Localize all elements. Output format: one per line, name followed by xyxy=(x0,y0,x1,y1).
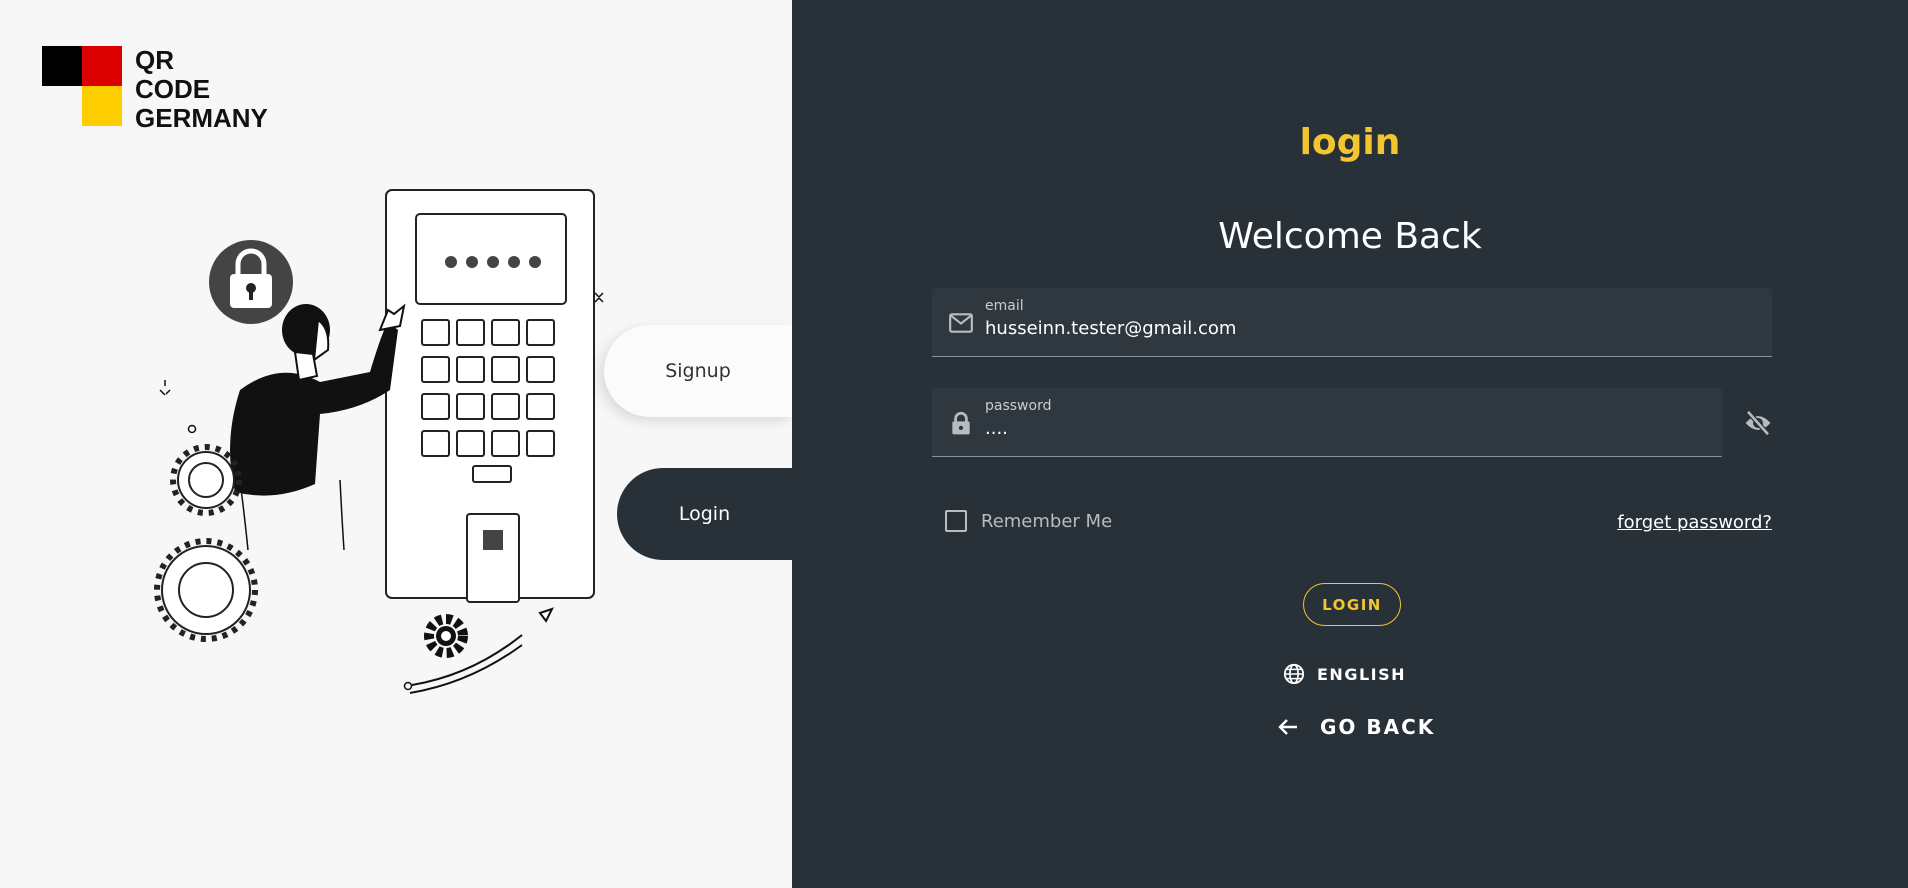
email-label: email xyxy=(985,298,1024,314)
language-label: ENGLISH xyxy=(1317,664,1407,684)
login-form-panel: login Welcome Back email husseinn.tester… xyxy=(792,0,1908,888)
go-back-button[interactable]: GO BACK xyxy=(1276,715,1435,739)
forgot-password-link[interactable]: forget password? xyxy=(1617,512,1772,533)
login-illustration xyxy=(154,189,604,694)
brand-name: QR CODE GERMANY xyxy=(135,46,268,133)
globe-icon xyxy=(1283,663,1305,685)
remember-me-label: Remember Me xyxy=(981,510,1113,532)
welcome-title: Welcome Back xyxy=(1218,216,1482,257)
remember-me-checkbox[interactable] xyxy=(945,510,967,532)
password-field[interactable]: password .... xyxy=(932,388,1722,457)
form-heading: login xyxy=(1299,122,1401,163)
password-input[interactable]: .... xyxy=(985,418,1008,439)
password-label: password xyxy=(985,398,1052,414)
remember-me-option[interactable]: Remember Me xyxy=(945,510,1112,532)
brand-line-1: QR xyxy=(135,45,174,75)
signup-tab-button[interactable]: Signup xyxy=(604,325,792,417)
arrow-left-icon xyxy=(1278,719,1297,735)
eye-off-icon[interactable] xyxy=(1743,408,1773,438)
brand-line-3: GERMANY xyxy=(135,103,268,133)
left-panel: QR CODE GERMANY Signup Login xyxy=(0,0,792,888)
flag-logo-icon xyxy=(42,46,122,126)
email-field[interactable]: email husseinn.tester@gmail.com xyxy=(932,288,1772,357)
language-selector[interactable]: ENGLISH xyxy=(1283,663,1406,685)
brand-logo[interactable]: QR CODE GERMANY xyxy=(42,46,268,133)
mail-icon xyxy=(949,313,973,333)
brand-line-2: CODE xyxy=(135,74,211,104)
login-submit-button[interactable]: LOGIN xyxy=(1303,583,1401,626)
lock-icon xyxy=(952,411,970,435)
email-input[interactable]: husseinn.tester@gmail.com xyxy=(985,318,1236,339)
go-back-label: GO BACK xyxy=(1320,715,1436,739)
login-tab-button[interactable]: Login xyxy=(617,468,792,560)
